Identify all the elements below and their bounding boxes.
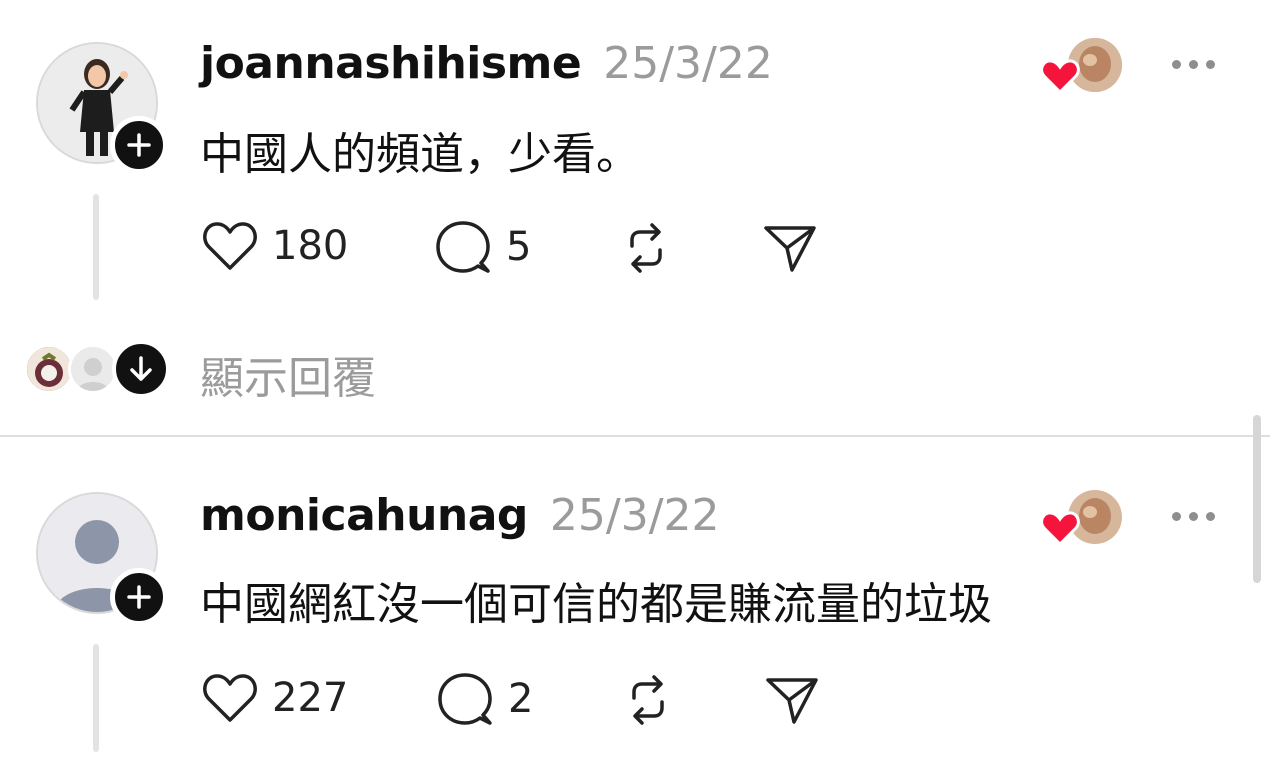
username[interactable]: monicahunag bbox=[200, 490, 528, 541]
post-header: joannashihisme 25/3/22 bbox=[200, 38, 773, 89]
show-replies-label[interactable]: 顯示回覆 bbox=[200, 342, 376, 406]
post-header: monicahunag 25/3/22 bbox=[200, 490, 720, 541]
comment-button[interactable]: 2 bbox=[436, 670, 533, 728]
comment-count: 5 bbox=[506, 224, 532, 270]
comment-bubble-icon bbox=[436, 221, 490, 273]
heart-outline-icon bbox=[203, 222, 257, 270]
repost-icon[interactable] bbox=[618, 220, 674, 276]
like-button[interactable]: 180 bbox=[200, 218, 348, 274]
scrollbar[interactable] bbox=[1253, 415, 1261, 583]
post: joannashihisme 25/3/22 中國人的頻道，少看。 180 5 bbox=[0, 0, 1270, 320]
post-text: 中國人的頻道，少看。 bbox=[200, 129, 640, 180]
replier-avatar bbox=[24, 344, 74, 394]
thread-line bbox=[93, 644, 99, 752]
more-options-icon[interactable] bbox=[1172, 60, 1215, 69]
username[interactable]: joannashihisme bbox=[200, 38, 582, 89]
more-options-icon[interactable] bbox=[1172, 512, 1215, 521]
share-send-icon[interactable] bbox=[762, 220, 818, 276]
action-bar: 180 5 bbox=[200, 218, 840, 278]
like-count: 227 bbox=[272, 675, 349, 721]
follow-plus-button[interactable] bbox=[110, 568, 168, 626]
follow-plus-button[interactable] bbox=[110, 116, 168, 174]
thread-line bbox=[93, 194, 99, 300]
post: monicahunag 25/3/22 中國網紅沒一個可信的都是賺流量的垃圾 2… bbox=[0, 452, 1250, 762]
comment-button[interactable]: 5 bbox=[434, 218, 531, 276]
liked-by-author-badge[interactable] bbox=[1040, 38, 1122, 94]
expand-replies-button[interactable] bbox=[112, 340, 170, 398]
post-date: 25/3/22 bbox=[549, 490, 720, 541]
post-divider bbox=[0, 435, 1270, 437]
action-bar: 227 2 bbox=[200, 670, 840, 730]
liked-by-author-badge[interactable] bbox=[1040, 490, 1122, 546]
mangosteen-avatar-icon bbox=[27, 347, 71, 391]
arrow-down-icon bbox=[130, 356, 152, 381]
heart-outline-icon bbox=[203, 674, 257, 722]
post-date: 25/3/22 bbox=[603, 38, 773, 89]
like-button[interactable]: 227 bbox=[200, 670, 348, 726]
like-count: 180 bbox=[272, 223, 349, 269]
post-text: 中國網紅沒一個可信的都是賺流量的垃圾 bbox=[200, 579, 992, 630]
comment-count: 2 bbox=[508, 676, 534, 722]
comment-bubble-icon bbox=[438, 673, 492, 725]
replier-avatar bbox=[68, 344, 118, 394]
plus-icon bbox=[127, 585, 151, 609]
plus-icon bbox=[127, 133, 151, 157]
show-replies-row[interactable]: 顯示回覆 bbox=[24, 340, 524, 404]
default-avatar-icon bbox=[71, 347, 115, 391]
repost-icon[interactable] bbox=[620, 672, 676, 728]
heart-filled-icon bbox=[1040, 59, 1080, 94]
heart-filled-icon bbox=[1040, 511, 1080, 546]
share-send-icon[interactable] bbox=[764, 672, 820, 728]
